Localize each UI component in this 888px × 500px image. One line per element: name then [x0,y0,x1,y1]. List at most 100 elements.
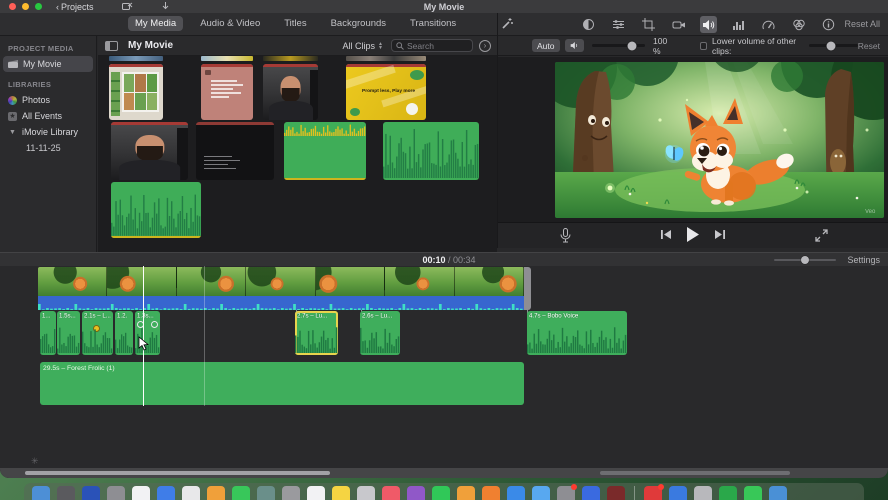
reset-all-button[interactable]: Reset All [844,19,880,29]
tab-titles[interactable]: Titles [277,16,313,31]
media-thumbnail-audio[interactable] [383,122,479,180]
dock-app-icon-14[interactable] [357,486,375,500]
thumbnail-sliver[interactable] [263,56,318,61]
auto-volume-button[interactable]: Auto [532,39,560,52]
dock-app-icon-17[interactable] [432,486,450,500]
audio-clip-3[interactable]: 2.1s – L... [82,311,113,355]
audio-clip-4[interactable]: 1.2. [115,311,133,355]
media-thumbnail-audio-gold[interactable] [284,122,366,180]
volume-reset-button[interactable]: Reset [858,41,880,51]
dock-app-icon-2[interactable] [57,486,75,500]
record-voiceover-mic-icon[interactable] [560,228,571,243]
dock-app-icon-11[interactable] [282,486,300,500]
auto-enhance-wand-icon[interactable] [500,17,514,31]
noise-reduction-eq-icon[interactable] [730,16,747,33]
media-thumbnail-promo[interactable]: Prompt less, Play more [346,64,426,120]
disclosure-chevron-icon[interactable]: ▼ [8,129,17,136]
color-correction-icon[interactable] [610,16,627,33]
media-thumbnail-terminal[interactable] [196,122,274,180]
all-clips-filter[interactable]: All Clips ▲ ▼ [343,41,383,51]
dock-app-icon-7[interactable] [182,486,200,500]
dock-app-icon-13[interactable] [332,486,350,500]
media-thumbnail-audio-2[interactable] [111,182,201,238]
dock-app-icon-4[interactable] [107,486,125,500]
thumbnail-sliver[interactable] [109,56,163,61]
background-music-clip[interactable]: 29.5s – Forest Frolic (1) [40,362,524,405]
clip-info-icon[interactable] [820,16,837,33]
dock-app-icon-24[interactable] [607,486,625,500]
lower-volume-slider[interactable] [809,41,858,50]
tab-transitions[interactable]: Transitions [403,16,463,31]
volume-icon[interactable] [700,16,717,33]
media-thumbnail-fox-grid[interactable] [109,64,163,120]
dock-app-icon-21[interactable] [532,486,550,500]
dock-app-icon-16[interactable] [407,486,425,500]
skip-back-button[interactable] [661,229,672,240]
video-audio-strip[interactable] [38,296,524,310]
skip-forward-button[interactable] [714,229,725,240]
crop-icon[interactable] [640,16,657,33]
horizontal-scrollbar-secondary[interactable] [600,471,790,475]
clip-filter-icon[interactable] [790,16,807,33]
clip-trim-handle[interactable] [524,267,531,310]
volume-slider[interactable] [591,41,646,50]
timeline-zoom-knob[interactable] [801,256,809,264]
dock-app-icon-6[interactable] [157,486,175,500]
sidebar-item-photos[interactable]: Photos [0,92,96,108]
audio-clip-7[interactable]: 2.6s – Lu... [360,311,400,355]
tab-audio-video[interactable]: Audio & Video [193,16,267,31]
mute-speaker-button[interactable] [564,39,584,52]
fullscreen-icon[interactable] [815,229,828,242]
dock-app-icon-19[interactable] [482,486,500,500]
dock-app-icon-20[interactable] [507,486,525,500]
dock-app-icon-10[interactable] [257,486,275,500]
thumbnail-sliver[interactable] [201,56,253,61]
dock-app-icon-25[interactable] [644,484,664,500]
sidebar-item-event-date[interactable]: 11-11-25 [0,140,96,156]
sidebar-item-imovie-library[interactable]: ▼ iMovie Library [0,124,96,140]
horizontal-scrollbar[interactable] [25,471,330,475]
content-navigation-icon[interactable]: › [479,39,491,52]
sidebar-item-all-events[interactable]: ★ All Events [0,108,96,124]
media-thumbnail-document[interactable] [201,64,253,120]
dock-app-icon-12[interactable] [307,486,325,500]
audio-clip-bobo-voice[interactable]: 4.7s – Bobo Voice [527,311,627,355]
dock-app-icon-30[interactable] [769,486,787,500]
dock-app-icon-26[interactable] [669,486,687,500]
sidebar-toggle-icon[interactable] [105,40,118,51]
dock-app-icon-3[interactable] [82,486,100,500]
dock-app-icon-28[interactable] [719,486,737,500]
speed-icon[interactable] [760,16,777,33]
photos-icon [8,95,17,105]
video-preview[interactable]: Veo [555,62,884,218]
dock-app-icon-9[interactable] [232,486,250,500]
audio-clip-1[interactable]: 1... [40,311,56,355]
dock-app-icon-22[interactable] [557,484,577,500]
volume-slider-knob[interactable] [627,41,637,50]
dock-app-icon-18[interactable] [457,486,475,500]
media-thumbnail-presenter-2[interactable] [111,122,188,180]
video-filmstrip[interactable] [38,267,524,296]
stabilization-icon[interactable] [670,16,687,33]
search-input[interactable]: Search [391,39,473,52]
sidebar-item-my-movie[interactable]: My Movie [3,56,93,72]
dock-app-icon-29[interactable] [744,486,762,500]
audio-clip-2[interactable]: 1.5s... [57,311,80,355]
lower-volume-checkbox[interactable] [699,41,708,50]
color-balance-icon[interactable] [580,16,597,33]
thumbnail-sliver[interactable] [346,56,426,61]
media-thumbnail-presenter[interactable] [263,64,318,120]
timeline-zoom-slider[interactable] [774,256,836,264]
dock-app-icon-15[interactable] [382,486,400,500]
dock-app-icon-27[interactable] [694,486,712,500]
audio-clip-6-selected[interactable]: 2.7s – Lu... [295,311,338,355]
tab-my-media[interactable]: My Media [128,16,184,31]
dock-app-icon-8[interactable] [207,486,225,500]
dock-app-icon-1[interactable] [32,486,50,500]
dock-app-icon-5[interactable] [132,486,150,500]
tab-backgrounds[interactable]: Backgrounds [324,16,393,31]
timeline-settings-button[interactable]: Settings [847,255,880,265]
dock-app-icon-23[interactable] [582,486,600,500]
lower-volume-knob[interactable] [826,41,836,50]
play-button[interactable] [686,227,700,242]
